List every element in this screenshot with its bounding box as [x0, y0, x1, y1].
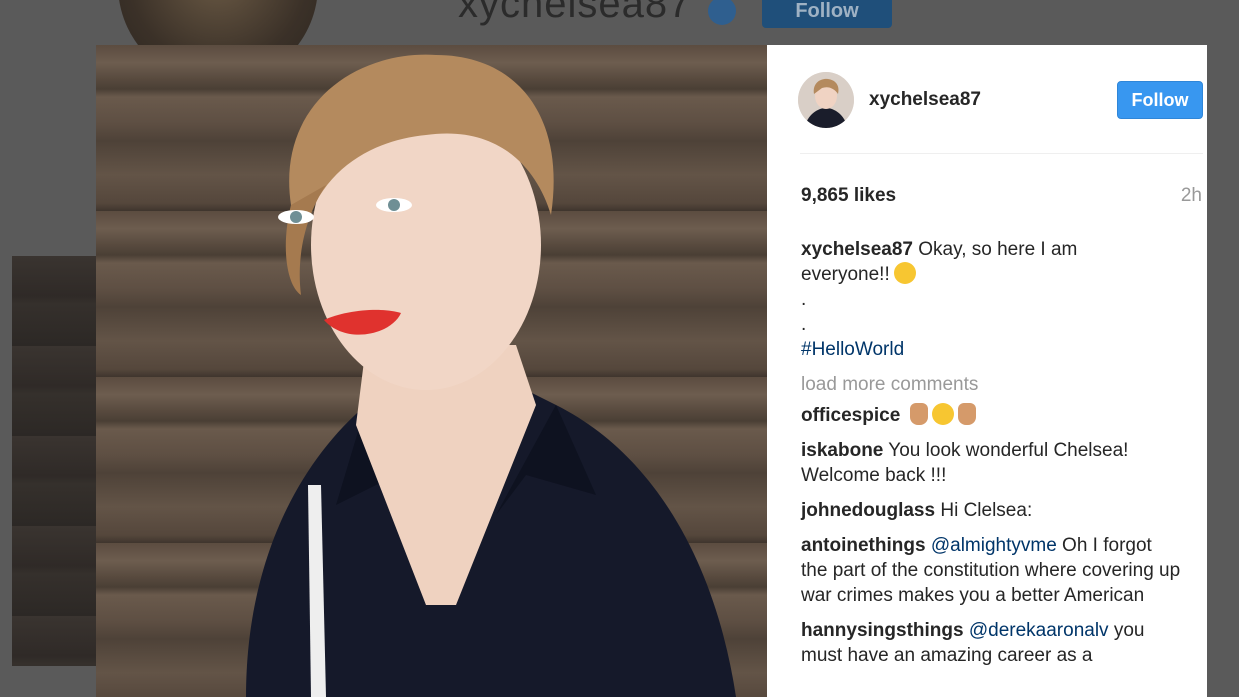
- caption-text-line1: Okay, so here I am: [913, 239, 1078, 260]
- background-follow-button[interactable]: Follow: [762, 0, 892, 28]
- comments-list: xychelsea87 Okay, so here I am everyone!…: [801, 237, 1181, 678]
- comment: iskabone You look wonderful Chelsea! Wel…: [801, 438, 1181, 488]
- comment-username[interactable]: johnedouglass: [801, 500, 935, 521]
- comment: officespice: [801, 403, 1181, 428]
- comment: hannysingsthings @derekaaronalv you must…: [801, 618, 1181, 668]
- comment: antoinethings @almightyvme Oh I forgot t…: [801, 533, 1181, 608]
- avatar-image: [798, 72, 854, 128]
- background-post-thumbnail[interactable]: [12, 256, 96, 666]
- comment-username[interactable]: antoinethings: [801, 535, 926, 556]
- post-photo[interactable]: [96, 45, 767, 697]
- comment-username[interactable]: officespice: [801, 405, 900, 426]
- avatar[interactable]: [798, 72, 854, 128]
- caption-text-line2: everyone!!: [801, 264, 890, 285]
- post-header: xychelsea87 Follow: [767, 45, 1207, 155]
- kiss-face-emoji-icon: [931, 403, 954, 425]
- comment-username[interactable]: hannysingsthings: [801, 620, 964, 641]
- hashtag-link[interactable]: #HelloWorld: [801, 339, 904, 360]
- mention-link[interactable]: @almightyvme: [931, 535, 1057, 556]
- post-sidebar: xychelsea87 Follow 9,865 likes 2h xychel…: [767, 45, 1207, 697]
- header-divider: [800, 153, 1203, 154]
- winking-tongue-emoji-icon: [893, 262, 916, 284]
- horns-hand-emoji-icon: [957, 403, 976, 425]
- caption-dot: .: [801, 289, 807, 310]
- likes-count[interactable]: 9,865 likes: [801, 185, 896, 207]
- load-more-comments-link[interactable]: load more comments: [801, 372, 1181, 397]
- caption-username[interactable]: xychelsea87: [801, 239, 913, 260]
- caption-dot: .: [801, 314, 807, 335]
- follow-button[interactable]: Follow: [1117, 81, 1203, 119]
- verified-badge-icon: [708, 0, 736, 25]
- portrait-illustration: [246, 54, 736, 697]
- post-modal: xychelsea87 Follow 9,865 likes 2h xychel…: [96, 45, 1207, 697]
- comment: johnedouglass Hi Clelsea:: [801, 498, 1181, 523]
- comment-username[interactable]: iskabone: [801, 440, 883, 461]
- comment-text: Hi Clelsea:: [935, 500, 1033, 521]
- caption: xychelsea87 Okay, so here I am everyone!…: [801, 237, 1181, 362]
- horns-hand-emoji-icon: [909, 403, 928, 425]
- mention-link[interactable]: @derekaaronalv: [969, 620, 1109, 641]
- post-time[interactable]: 2h: [1181, 185, 1202, 207]
- post-username[interactable]: xychelsea87: [869, 89, 981, 111]
- background-profile-username: xychelsea87: [458, 0, 692, 26]
